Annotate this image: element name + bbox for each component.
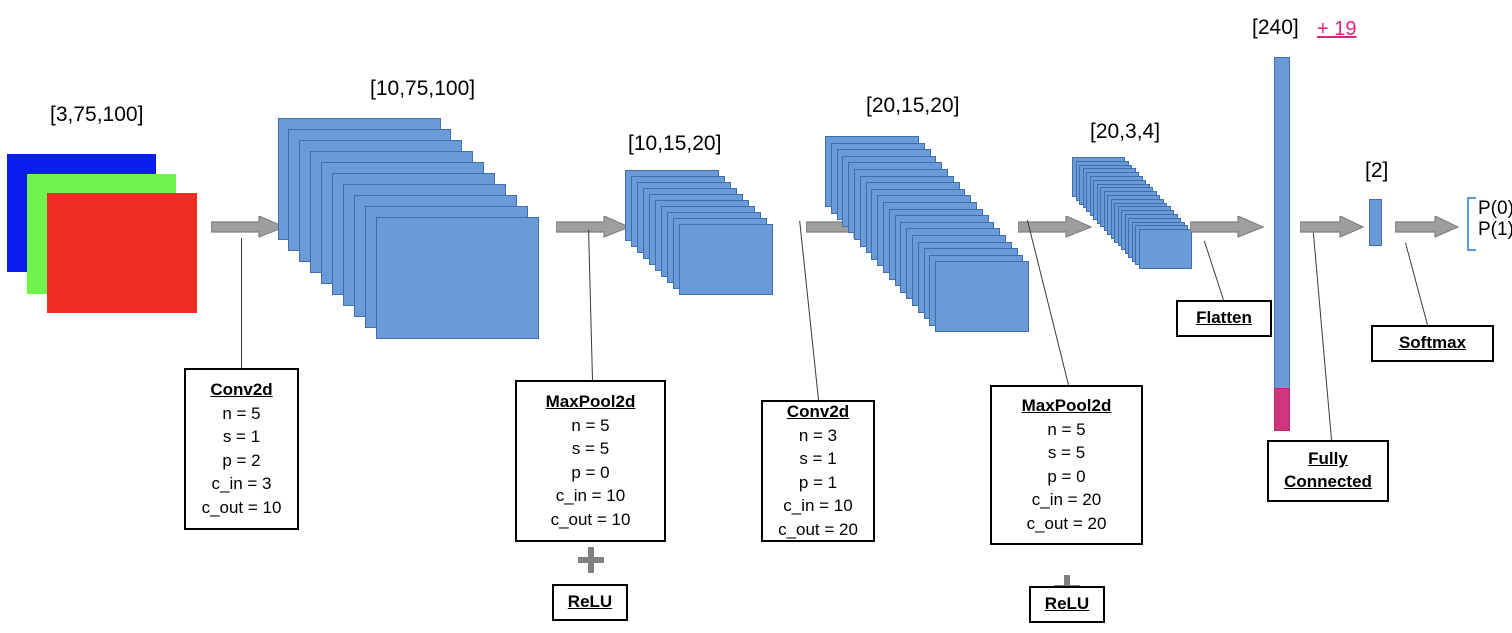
layer-param: s = 5	[571, 439, 610, 459]
leader-line-conv2d-1	[241, 238, 242, 368]
leader-line-conv2d-2	[799, 220, 819, 400]
layer-param: p = 1	[798, 472, 838, 492]
shape-label-conv1-out: [10,75,100]	[370, 77, 476, 100]
layer-box-fully-connected[interactable]: Fully Connected	[1267, 440, 1389, 502]
output-bracket-icon	[1467, 197, 1476, 251]
leader-line-softmax	[1405, 242, 1428, 325]
shape-label-pool1-out: [10,15,20]	[628, 132, 722, 155]
layer-box-maxpool2d-2[interactable]: MaxPool2d n = 5 s = 5 p = 0 c_in = 20 c_…	[990, 385, 1143, 545]
feature-map-plane	[935, 261, 1030, 333]
plus-icon	[578, 547, 604, 573]
feature-map-plane	[679, 224, 773, 295]
output-prob-1: P(1)	[1478, 219, 1512, 241]
layer-box-maxpool2d-1[interactable]: MaxPool2d n = 5 s = 5 p = 0 c_in = 10 c_…	[515, 380, 666, 542]
flatten-vector-bar	[1274, 57, 1290, 389]
layer-param: n = 3	[798, 425, 838, 445]
layer-param: n = 5	[1047, 419, 1086, 439]
shape-label-pool2-out: [20,3,4]	[1090, 120, 1161, 143]
shape-label-conv2-out: [20,15,20]	[866, 94, 960, 117]
layer-param: c_in = 3	[211, 474, 272, 494]
layer-param: c_in = 20	[1031, 490, 1102, 510]
feature-map-plane	[1138, 229, 1192, 270]
layer-title: Flatten	[1196, 308, 1252, 328]
leader-line-maxpool2d-1	[588, 230, 593, 380]
layer-param: n = 5	[222, 403, 261, 423]
layer-title: MaxPool2d	[545, 391, 636, 411]
layer-param: c_out = 10	[201, 497, 282, 517]
layer-box-softmax[interactable]: Softmax	[1371, 325, 1494, 362]
activation-title: ReLU	[567, 592, 613, 612]
layer-title: Conv2d	[210, 379, 273, 399]
shape-label-fc-out: [2]	[1365, 159, 1389, 182]
flatten-extra-features-bar	[1274, 388, 1290, 431]
leader-line-maxpool2d-2	[1026, 219, 1069, 385]
arrow-input-to-conv1	[211, 216, 285, 238]
layer-param: p = 0	[571, 462, 610, 482]
arrow-conv1-to-pool1	[556, 216, 630, 238]
layer-box-flatten[interactable]: Flatten	[1176, 300, 1272, 337]
layer-param: c_out = 20	[778, 519, 858, 539]
layer-title-line1: Fully	[1308, 449, 1348, 469]
shape-label-input: [3,75,100]	[50, 103, 144, 126]
layer-param: s = 1	[222, 427, 261, 447]
leader-line-flatten	[1203, 240, 1224, 300]
layer-param: n = 5	[571, 415, 610, 435]
shape-label-flatten-out: [240]	[1252, 16, 1299, 39]
output-prob-0: P(0)	[1478, 198, 1512, 219]
layer-box-conv2d-2[interactable]: Conv2d n = 3 s = 1 p = 1 c_in = 10 c_out…	[761, 400, 875, 542]
layer-title-line2: Connected	[1284, 472, 1372, 491]
layer-param: c_out = 10	[550, 509, 631, 529]
layer-param: s = 5	[1047, 443, 1086, 463]
layer-param: s = 1	[799, 449, 837, 469]
leader-line-fully-connected	[1312, 232, 1332, 440]
diagram-canvas: [3,75,100] [10,75,100] Conv2d n = 5 s = …	[0, 0, 1512, 633]
layer-param: c_in = 10	[783, 496, 853, 516]
layer-param: c_in = 10	[555, 486, 626, 506]
flatten-extra-label: + 19	[1317, 18, 1357, 40]
layer-param: p = 0	[1047, 466, 1086, 486]
input-plane-red	[47, 193, 197, 313]
feature-map-plane	[376, 217, 539, 339]
fc-output-vector-bar	[1369, 199, 1382, 246]
activation-box-relu-1[interactable]: ReLU	[552, 584, 628, 621]
layer-title: MaxPool2d	[1021, 395, 1112, 415]
layer-param: p = 2	[222, 450, 261, 470]
output-probabilities: P(0) P(1)	[1478, 198, 1512, 241]
layer-title: Softmax	[1398, 333, 1467, 353]
activation-box-relu-2[interactable]: ReLU	[1029, 586, 1105, 623]
activation-title: ReLU	[1044, 594, 1090, 614]
arrow-flatten-to-fc	[1300, 216, 1364, 238]
layer-title: Conv2d	[786, 401, 850, 421]
layer-param: c_out = 20	[1026, 513, 1107, 533]
layer-box-conv2d-1[interactable]: Conv2d n = 5 s = 1 p = 2 c_in = 3 c_out …	[184, 368, 299, 530]
arrow-pool2-to-flatten	[1190, 216, 1264, 238]
arrow-fc-to-softmax	[1395, 216, 1459, 238]
